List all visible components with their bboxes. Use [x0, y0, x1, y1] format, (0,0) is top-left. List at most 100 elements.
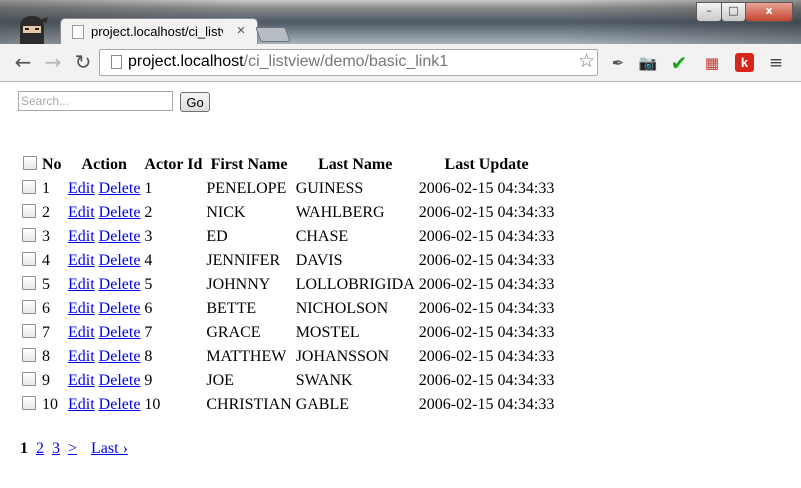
cell-no: 3	[42, 228, 50, 245]
pagination-last[interactable]: Last ›	[91, 440, 128, 457]
tab-title: project.localhost/ci_listview/demo/basic…	[91, 24, 223, 39]
edit-link[interactable]: Edit	[68, 252, 95, 269]
go-button[interactable]: Go	[180, 92, 210, 112]
cell-action: Edit Delete	[67, 226, 141, 248]
back-arrow-icon[interactable]: ←	[12, 51, 34, 73]
header-last-name[interactable]: Last Name	[295, 154, 416, 176]
select-all-checkbox[interactable]	[23, 156, 37, 170]
row-checkbox[interactable]	[22, 372, 36, 386]
delete-link[interactable]: Delete	[99, 324, 141, 341]
cell-actor-id: 10	[144, 396, 161, 413]
table-row: 5 Edit Delete 5 JOHNNY LOLLOBRIGIDA 2006-02-1…	[21, 274, 555, 296]
cell-last-update: 2006-02-15 04:34:33	[418, 396, 555, 413]
edit-link[interactable]: Edit	[68, 300, 95, 317]
close-window-button[interactable]: x	[745, 2, 793, 22]
edit-link[interactable]: Edit	[68, 228, 95, 245]
cell-last-update: 2006-02-15 04:34:33	[418, 300, 555, 317]
cell-first-name: BETTE	[206, 300, 257, 317]
cell-first-name: JOHNNY	[206, 276, 271, 293]
tab-close-icon[interactable]: ×	[233, 22, 249, 39]
cell-last-name: JOHANSSON	[295, 348, 390, 365]
page-content: Go No Action Actor Id First Name Last Na…	[0, 82, 801, 488]
header-actor-id[interactable]: Actor Id	[143, 154, 203, 176]
table-row: 4 Edit Delete 4 JENNIFER DAVIS 2006-02-15 04:…	[21, 250, 555, 272]
pagination-page-3[interactable]: 3	[52, 440, 60, 457]
cell-no: 5	[42, 276, 50, 293]
edit-link[interactable]: Edit	[68, 204, 95, 221]
delete-link[interactable]: Delete	[99, 372, 141, 389]
row-select-cell	[21, 226, 39, 248]
row-select-cell	[21, 322, 39, 344]
search-input[interactable]	[18, 91, 173, 111]
pagination-page-2[interactable]: 2	[36, 440, 44, 457]
page-favicon-icon	[72, 25, 84, 39]
row-checkbox[interactable]	[22, 252, 36, 266]
row-checkbox[interactable]	[22, 180, 36, 194]
table-row: 9 Edit Delete 9 JOE SWANK 2006-02-15 04:34:33	[21, 370, 555, 392]
delete-link[interactable]: Delete	[99, 252, 141, 269]
cell-actor-id: 7	[144, 324, 153, 341]
delete-link[interactable]: Delete	[99, 300, 141, 317]
cell-actor-id: 8	[144, 348, 153, 365]
header-last-update[interactable]: Last Update	[418, 154, 556, 176]
cell-no: 6	[42, 300, 50, 317]
edit-link[interactable]: Edit	[68, 396, 95, 413]
tab-active[interactable]: project.localhost/ci_listview/demo/basic…	[60, 18, 258, 45]
title-bar: project.localhost/ci_listview/demo/basic…	[0, 0, 801, 46]
delete-link[interactable]: Delete	[99, 204, 141, 221]
table-row: 3 Edit Delete 3 ED CHASE 2006-02-15 04:34:33	[21, 226, 555, 248]
cell-first-name: GRACE	[206, 324, 261, 341]
delete-link[interactable]: Delete	[99, 228, 141, 245]
row-checkbox[interactable]	[22, 300, 36, 314]
edit-link[interactable]: Edit	[68, 348, 95, 365]
cell-last-update: 2006-02-15 04:34:33	[418, 348, 555, 365]
row-checkbox[interactable]	[22, 276, 36, 290]
checkmark-extension-icon[interactable]: ✔	[669, 53, 689, 73]
camera-extension-icon[interactable]: 📷	[638, 53, 658, 73]
row-select-cell	[21, 394, 39, 416]
profile-avatar-icon[interactable]	[14, 14, 50, 46]
cell-first-name: JOE	[206, 372, 234, 389]
new-tab-button[interactable]	[255, 27, 291, 42]
header-first-name[interactable]: First Name	[205, 154, 292, 176]
cell-last-name: NICHOLSON	[295, 300, 389, 317]
delete-link[interactable]: Delete	[99, 276, 141, 293]
edit-link[interactable]: Edit	[68, 372, 95, 389]
reload-icon[interactable]: ↻	[72, 51, 94, 73]
edit-link[interactable]: Edit	[68, 180, 95, 197]
edit-link[interactable]: Edit	[68, 324, 95, 341]
eyedropper-extension-icon[interactable]: ✒	[608, 53, 628, 73]
chrome-menu-icon[interactable]: ≡	[766, 53, 786, 73]
edit-link[interactable]: Edit	[68, 276, 95, 293]
row-checkbox[interactable]	[22, 396, 36, 410]
delete-link[interactable]: Delete	[99, 180, 141, 197]
pagination-next[interactable]: >	[68, 440, 77, 457]
bookmark-star-icon[interactable]: ☆	[578, 50, 595, 72]
table-row: 7 Edit Delete 7 GRACE MOSTEL 2006-02-15 04:34…	[21, 322, 555, 344]
cell-actor-id: 5	[144, 276, 153, 293]
row-checkbox[interactable]	[22, 324, 36, 338]
colorzilla-extension-icon[interactable]: ▦	[702, 53, 722, 73]
cell-no: 7	[42, 324, 50, 341]
row-select-cell	[21, 298, 39, 320]
select-all-cell	[21, 154, 39, 176]
minimize-button[interactable]: –	[696, 2, 722, 22]
k-extension-icon[interactable]: k	[735, 53, 754, 72]
maximize-button[interactable]: □	[721, 2, 746, 22]
address-bar[interactable]: project.localhost/ci_listview/demo/basic…	[99, 49, 598, 76]
cell-first-name: NICK	[206, 204, 246, 221]
forward-arrow-icon[interactable]: →	[42, 51, 64, 73]
row-checkbox[interactable]	[22, 348, 36, 362]
cell-no: 1	[42, 180, 50, 197]
row-select-cell	[21, 250, 39, 272]
delete-link[interactable]: Delete	[99, 396, 141, 413]
pagination-current: 1	[20, 440, 28, 457]
header-no[interactable]: No	[41, 154, 65, 176]
cell-action: Edit Delete	[67, 346, 141, 368]
url-text[interactable]: project.localhost/ci_listview/demo/basic…	[128, 53, 448, 71]
row-checkbox[interactable]	[22, 204, 36, 218]
delete-link[interactable]: Delete	[99, 348, 141, 365]
cell-last-update: 2006-02-15 04:34:33	[418, 276, 555, 293]
row-checkbox[interactable]	[22, 228, 36, 242]
row-select-cell	[21, 346, 39, 368]
